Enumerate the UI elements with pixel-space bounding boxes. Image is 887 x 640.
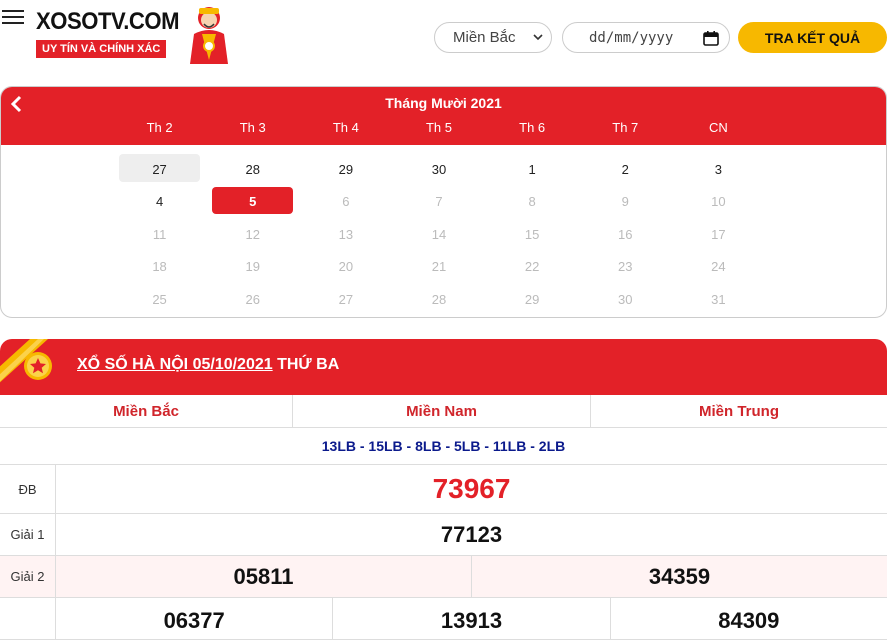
calendar-day-disabled: 15	[524, 226, 540, 242]
calendar-day-disabled: 17	[711, 226, 726, 242]
calendar-week: 27 28 29 30 1 2 3	[113, 153, 765, 186]
calendar-icon[interactable]	[703, 30, 719, 46]
prize-row-third: 06377 13913 84309	[0, 598, 887, 640]
calendar-day-disabled: 24	[711, 259, 726, 275]
calendar-day[interactable]: 4	[113, 186, 206, 219]
prize-number: 84309	[718, 607, 780, 633]
calendar-day-disabled: 6	[342, 194, 350, 210]
logo-title: XOSOTV.COM	[36, 8, 180, 35]
calendar-day-selected[interactable]: 5	[206, 186, 299, 219]
weekday-label: Th 4	[332, 120, 359, 135]
site-logo[interactable]: XOSOTV.COM UY TÍN VÀ CHÍNH XÁC	[36, 7, 236, 64]
calendar-day-disabled: 11	[152, 226, 167, 242]
calendar-day-disabled: 27	[338, 291, 354, 307]
calendar-day-disabled: 8	[528, 194, 536, 210]
weekday-header: Th 2 Th 3 Th 4 Th 5 Th 6 Th 7 CN	[113, 120, 765, 135]
weekday-label: Th 6	[519, 120, 546, 135]
calendar-week: 18 19 20 21 22 23 24	[113, 251, 765, 284]
calendar-day-disabled: 30	[618, 291, 633, 307]
chevron-down-icon	[533, 34, 543, 41]
calendar-day-disabled: 29	[524, 291, 540, 307]
calendar-day-disabled: 9	[621, 194, 629, 210]
calendar-day-disabled: 12	[245, 226, 260, 242]
search-results-button[interactable]: TRA KẾT QUẢ	[738, 22, 887, 53]
results-title: XỔ SỐ HÀ NỘI 05/10/2021 THỨ BA	[77, 356, 339, 374]
ticket-codes: 13LB - 15LB - 8LB - 5LB - 11LB - 2LB	[0, 428, 887, 465]
calendar-week: 11 12 13 14 15 16 17	[113, 218, 765, 251]
tab-mien-trung[interactable]: Miền Trung	[591, 395, 887, 427]
calendar-days: 27 28 29 30 1 2 3 4 5 6 7 8 9 10 11 12 1…	[113, 153, 765, 316]
results-title-suffix: THỨ BA	[272, 356, 340, 373]
prize-label: Giải 1	[0, 514, 56, 555]
weekday-label: Th 7	[612, 120, 639, 135]
prize-row-special: ĐB 73967	[0, 465, 887, 514]
date-input[interactable]: dd/mm/yyyy	[562, 22, 730, 53]
region-select[interactable]: Miền Bắc	[434, 22, 552, 53]
calendar-day-disabled: 10	[711, 194, 726, 210]
logo-slogan: UY TÍN VÀ CHÍNH XÁC	[36, 40, 167, 58]
calendar-header: Tháng Mười 2021 Th 2 Th 3 Th 4 Th 5 Th 6…	[1, 87, 886, 145]
calendar-day-disabled: 26	[245, 291, 260, 307]
calendar-day-disabled: 16	[618, 226, 633, 242]
calendar-day[interactable]: 3	[672, 153, 765, 186]
calendar-day-disabled: 13	[338, 226, 354, 242]
results-header: XỔ SỐ HÀ NỘI 05/10/2021 THỨ BA	[0, 339, 887, 395]
calendar-day[interactable]: 29	[299, 153, 392, 186]
weekday-label: Th 2	[146, 120, 173, 135]
region-select-value: Miền Bắc	[453, 29, 516, 46]
calendar-month-title: Tháng Mười 2021	[385, 95, 502, 111]
prize-table: ĐB 73967 Giải 1 77123 Giải 2 05811 34359…	[0, 465, 887, 640]
calendar-week: 4 5 6 7 8 9 10	[113, 186, 765, 219]
mascot-icon	[190, 7, 228, 64]
prize-number: 06377	[56, 598, 334, 639]
calendar-day-disabled: 28	[431, 291, 447, 307]
site-header: XOSOTV.COM UY TÍN VÀ CHÍNH XÁC Miền Bắc …	[0, 0, 887, 70]
calendar-day[interactable]: 28	[206, 153, 299, 186]
prize-label: Giải 2	[0, 556, 56, 597]
weekday-label: Th 5	[425, 120, 452, 135]
prize-number: 73967	[432, 473, 511, 504]
calendar-day-disabled: 18	[152, 259, 167, 275]
calendar-day-disabled: 23	[618, 259, 633, 275]
calendar-day[interactable]: 30	[392, 153, 485, 186]
calendar-day-disabled: 20	[338, 259, 354, 275]
prize-row-second: Giải 2 05811 34359	[0, 556, 887, 598]
calendar-day-disabled: 7	[435, 194, 443, 210]
date-picker-calendar: Tháng Mười 2021 Th 2 Th 3 Th 4 Th 5 Th 6…	[0, 86, 887, 318]
prize-number: 13913	[333, 598, 611, 639]
results-title-link[interactable]: XỔ SỐ HÀ NỘI 05/10/2021	[77, 356, 273, 373]
weekday-label: Th 3	[239, 120, 266, 135]
weekday-label: CN	[709, 120, 728, 135]
calendar-week: 25 26 27 28 29 30 31	[113, 283, 765, 316]
prize-number: 77123	[440, 521, 503, 547]
calendar-day-disabled: 22	[524, 259, 540, 275]
calendar-day-disabled: 25	[152, 291, 167, 307]
calendar-day-disabled: 19	[245, 259, 260, 275]
calendar-day-disabled: 31	[711, 291, 726, 307]
prize-row-first: Giải 1 77123	[0, 514, 887, 556]
region-tabs: Miền Bắc Miền Nam Miền Trung	[0, 395, 887, 428]
tab-mien-bac[interactable]: Miền Bắc	[0, 395, 293, 427]
calendar-day-disabled: 21	[431, 259, 447, 275]
date-input-placeholder: dd/mm/yyyy	[589, 29, 674, 46]
prize-label	[0, 598, 56, 639]
prize-label: ĐB	[0, 465, 56, 513]
calendar-day-disabled: 14	[431, 226, 447, 242]
calendar-day[interactable]: 1	[486, 153, 579, 186]
hamburger-menu-icon[interactable]	[2, 10, 24, 26]
star-badge-icon	[0, 339, 52, 383]
calendar-day[interactable]: 2	[579, 153, 672, 186]
prize-number: 05811	[56, 556, 472, 597]
calendar-day[interactable]: 27	[113, 153, 206, 186]
tab-mien-nam[interactable]: Miền Nam	[293, 395, 591, 427]
prize-number: 34359	[648, 563, 711, 589]
